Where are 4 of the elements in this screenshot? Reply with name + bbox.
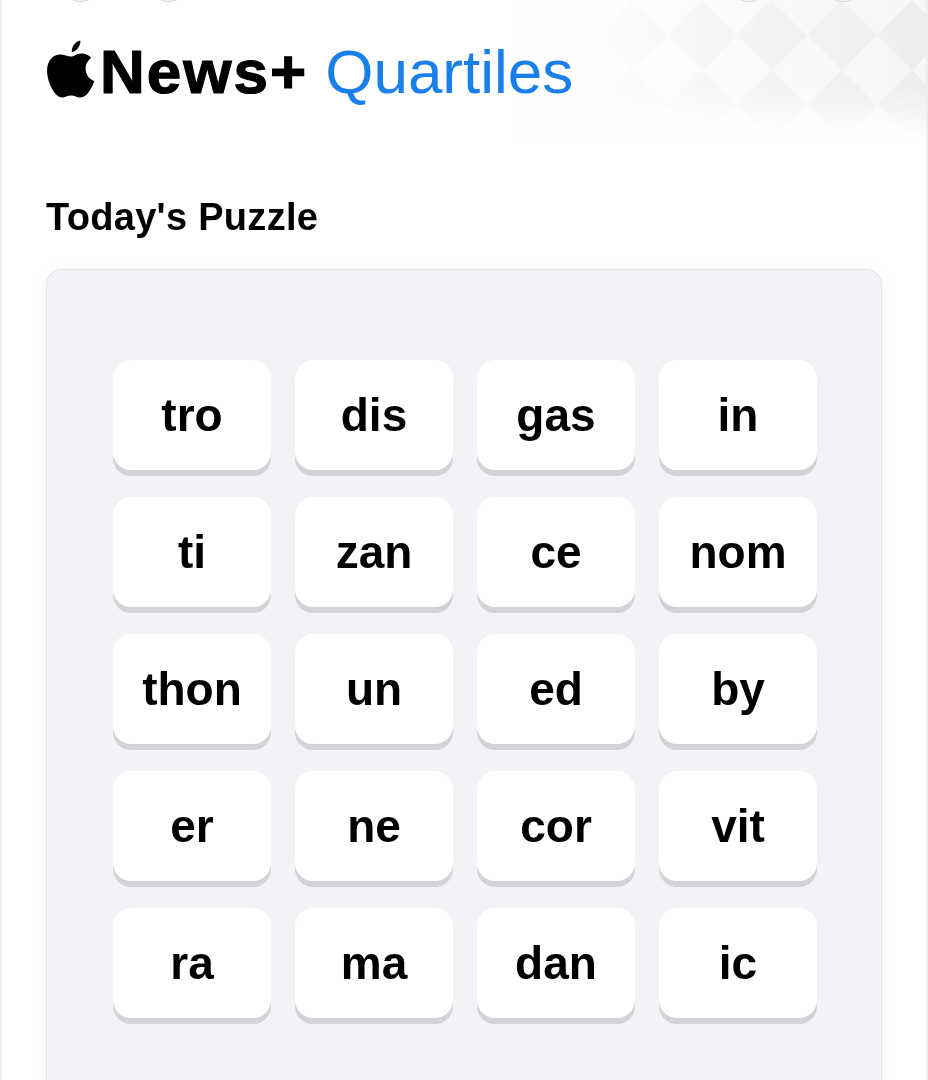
apple-icon [46,39,95,98]
section-title: Today's Puzzle [46,195,320,240]
app-title: Quartiles [325,35,574,108]
brand-name: News+ [100,35,309,108]
